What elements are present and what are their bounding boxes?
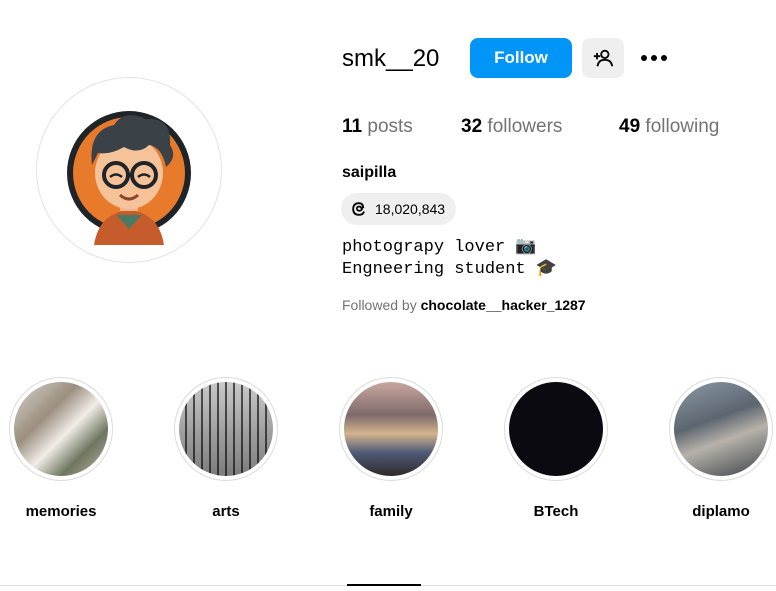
highlight-label: BTech [533,503,579,520]
highlight-ring [174,377,278,481]
following-count: 49 [619,116,641,137]
highlight-ring [339,377,443,481]
profile-full-name: saipilla [342,164,397,181]
highlight-thumbnail [344,382,438,476]
highlight-label: diplamo [692,503,750,520]
highlight-ring [504,377,608,481]
profile-username: smk__20 [342,45,440,72]
profile-avatar[interactable] [36,77,222,263]
posts-stat: 11 posts [342,115,413,139]
highlight-btech[interactable]: BTech [503,377,609,520]
threads-badge[interactable]: 18,020,843 [341,193,457,225]
followed-by[interactable]: Followed by chocolate__hacker_1287 [342,297,586,313]
more-options-button[interactable] [638,44,670,72]
highlight-thumbnail [14,382,108,476]
highlight-ring [9,377,113,481]
bio-line-2: Engneering student 🎓 [342,260,557,279]
posts-label: posts [367,116,413,137]
followers-label: followers [487,116,563,137]
following-label: following [645,116,720,137]
followed-by-user[interactable]: chocolate__hacker_1287 [421,297,586,313]
following-stat[interactable]: 49 following [619,115,719,139]
highlight-arts[interactable]: arts [173,377,279,520]
highlight-label: memories [25,503,97,520]
followers-count: 32 [461,116,483,137]
bio-line-1: photograpy lover 📷 [342,238,537,257]
highlight-thumbnail [509,382,603,476]
more-dots-icon [641,55,667,61]
threads-count: 18,020,843 [375,201,446,217]
highlight-label: family [369,503,413,520]
highlight-family[interactable]: family [338,377,444,520]
add-user-icon [593,49,614,67]
active-tab-indicator [347,584,421,586]
highlight-ring [669,377,773,481]
posts-count: 11 [342,116,363,137]
follow-button[interactable]: Follow [470,38,572,78]
highlight-label: arts [212,503,240,520]
followed-by-prefix: Followed by [342,297,421,313]
suggest-users-button[interactable] [582,38,624,78]
threads-icon [352,202,365,216]
followers-stat[interactable]: 32 followers [461,115,562,139]
highlight-thumbnail [179,382,273,476]
highlight-diplamo[interactable]: diplamo [668,377,774,520]
highlight-thumbnail [674,382,768,476]
avatar-illustration [67,111,191,245]
highlight-memories[interactable]: memories [8,377,114,520]
